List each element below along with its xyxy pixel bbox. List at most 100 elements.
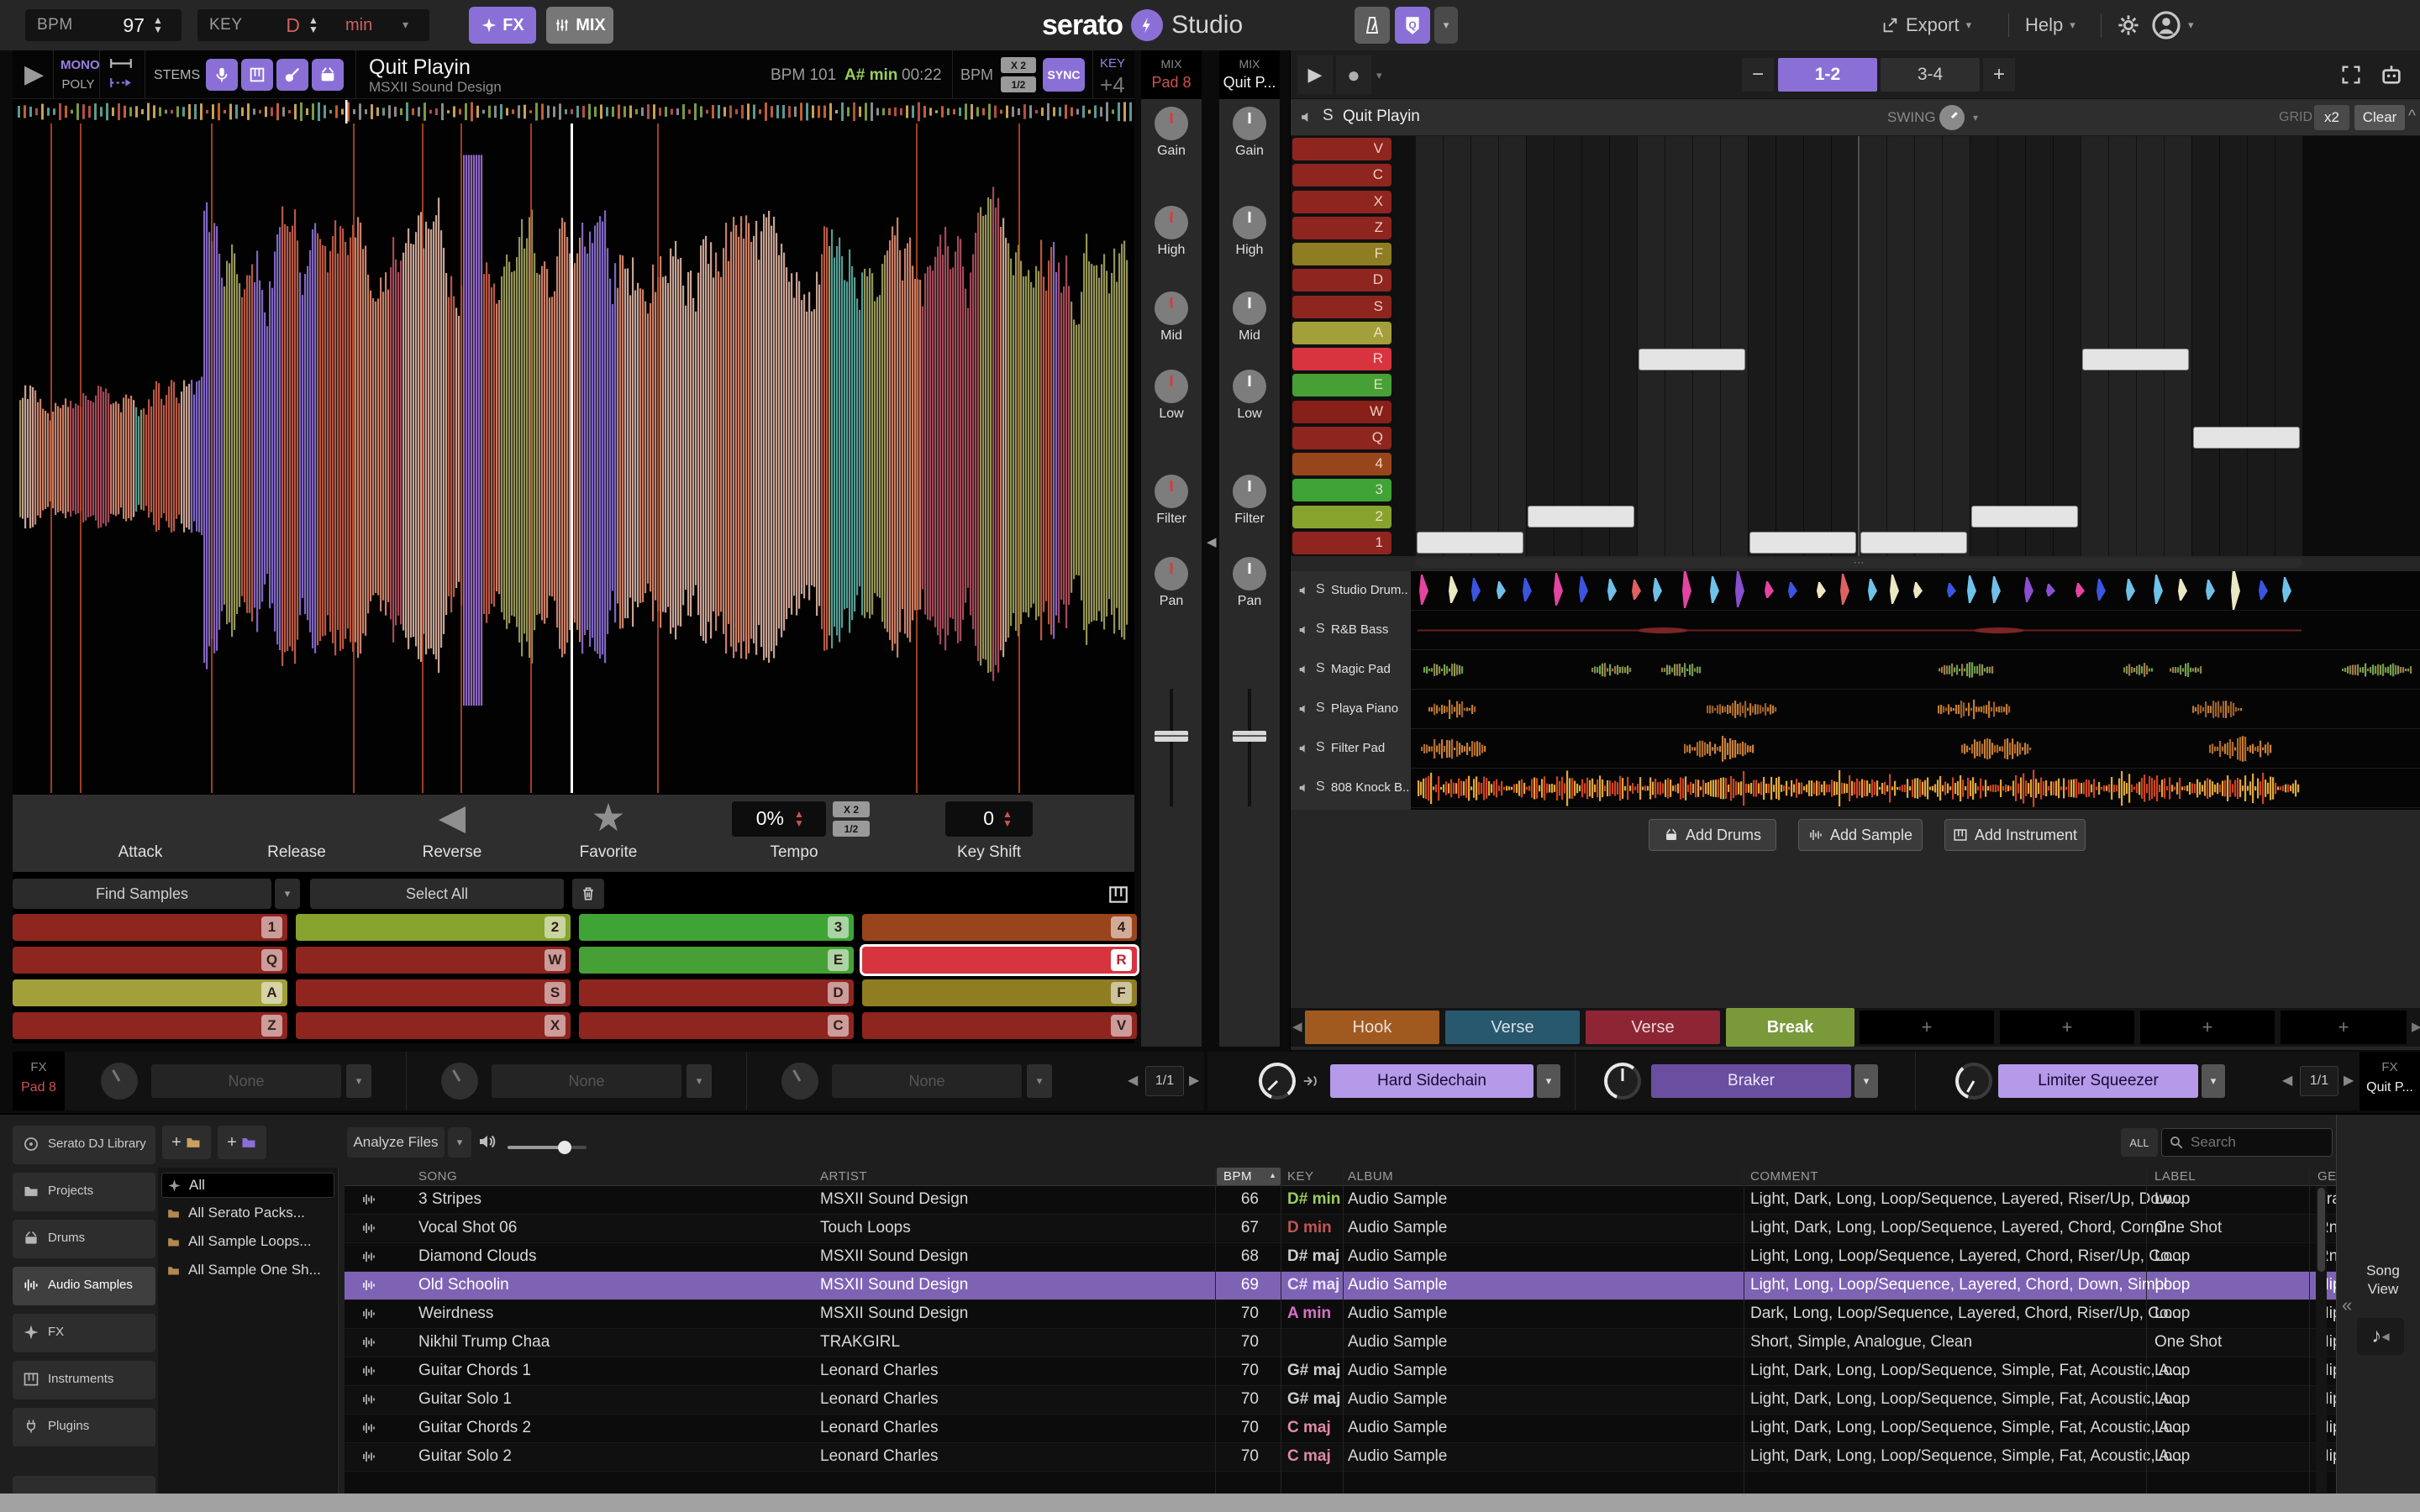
account-avatar-button[interactable] [2149, 8, 2183, 42]
waveform-main[interactable] [13, 123, 1134, 793]
stem-vocals-button[interactable] [206, 59, 238, 91]
drum-machine-icon[interactable] [2376, 60, 2407, 90]
find-samples-dropdown[interactable]: Find Samples [13, 879, 271, 909]
help-button[interactable]: Help▾ [2025, 11, 2075, 39]
fx-knob[interactable] [1604, 1063, 1641, 1100]
scene-scroll-left-icon[interactable]: ◀ [1292, 1019, 1302, 1034]
solo-button[interactable]: S [1316, 701, 1325, 716]
key-stepper[interactable]: ▲▼ [308, 16, 318, 34]
down-icon[interactable]: ▼ [308, 25, 318, 34]
scene-add-slot[interactable]: + [1860, 1011, 1994, 1044]
track-waveform[interactable] [1411, 769, 2420, 808]
track-waveform[interactable] [1411, 571, 2420, 611]
bpm-half-button[interactable]: 1/2 [1001, 76, 1036, 92]
seq-row-pad-R[interactable]: R [1292, 348, 1392, 370]
song-row[interactable]: 3 StripesMSXII Sound Design66D# minAudio… [345, 1186, 2336, 1215]
note-block[interactable] [2082, 349, 2189, 370]
favorite-star-icon[interactable]: ★ [585, 795, 632, 840]
song-row[interactable]: Guitar Solo 2Leonard Charles70C majAudio… [345, 1443, 2336, 1472]
pad-1[interactable]: 1 [13, 914, 287, 941]
solo-button[interactable]: S [1323, 107, 1334, 125]
scene-break-active[interactable]: Break [1726, 1008, 1854, 1047]
add-piano-button[interactable]: Add Instrument [1944, 819, 2086, 851]
track-row[interactable]: SStudio Drum... [1291, 571, 2420, 611]
fx-page-prev-icon[interactable]: ◀ [1128, 1072, 1138, 1089]
waveform-overview[interactable] [13, 100, 1134, 123]
scene-add-slot[interactable]: + [2281, 1011, 2407, 1044]
solo-button[interactable]: S [1316, 740, 1325, 755]
mute-icon[interactable] [1297, 623, 1311, 637]
key-control[interactable]: KEY D ▲▼ min ▾ [197, 9, 429, 41]
analyze-files-caret[interactable]: ▾ [448, 1127, 471, 1158]
seq-row-pad-Z[interactable]: Z [1292, 217, 1392, 239]
pad-E[interactable]: E [579, 947, 854, 974]
high-knob[interactable] [1233, 206, 1266, 239]
song-row[interactable]: Diamond CloudsMSXII Sound Design68D# maj… [345, 1243, 2336, 1272]
seq-row-pad-Q[interactable]: Q [1292, 427, 1392, 449]
column-header-comment[interactable]: COMMENT [1750, 1169, 1818, 1184]
gain-knob[interactable] [1155, 107, 1188, 140]
fx-knob[interactable] [101, 1063, 138, 1100]
song-list-scrollbar[interactable] [2316, 1186, 2327, 1493]
pad-W[interactable]: W [296, 947, 571, 974]
mute-icon[interactable] [1297, 781, 1311, 795]
note-block[interactable] [2193, 427, 2300, 449]
mute-icon[interactable] [1297, 742, 1311, 755]
poly-toggle[interactable]: POLY [60, 77, 96, 92]
quantize-menu-button[interactable]: ▾ [1434, 7, 1458, 44]
seq-row-pad-4[interactable]: 4 [1292, 453, 1392, 475]
fx-knob[interactable] [1259, 1063, 1296, 1100]
seq-row-pad-V[interactable]: V [1292, 138, 1392, 160]
fx-slot-select[interactable]: None [151, 1064, 341, 1098]
sidebar-item-fx[interactable]: FX [13, 1314, 155, 1352]
scene-verse[interactable]: Verse [1586, 1011, 1720, 1044]
add-drum-button[interactable]: Add Drums [1649, 819, 1776, 851]
gain-knob[interactable] [1233, 107, 1266, 140]
song-row[interactable]: Nikhil Trump ChaaTRAKGIRL70Audio SampleS… [345, 1329, 2336, 1357]
volume-slider[interactable] [508, 1146, 587, 1149]
seq-row-pad-1[interactable]: 1 [1292, 532, 1392, 554]
export-button[interactable]: Export▾ [1881, 11, 1971, 39]
seq-row-pad-E[interactable]: E [1292, 374, 1392, 396]
stem-bass-button[interactable] [276, 59, 308, 91]
chevron-down-icon[interactable]: ▾ [1537, 1064, 1560, 1098]
key-mode-select[interactable]: min [345, 16, 372, 35]
add-crate-button[interactable]: + [162, 1126, 211, 1159]
solo-button[interactable]: S [1316, 622, 1325, 637]
note-block[interactable] [1749, 532, 1856, 554]
note-block[interactable] [1639, 349, 1745, 370]
fx-page-next-icon[interactable]: ▶ [2344, 1072, 2354, 1089]
scrollbar-handle[interactable] [2317, 1188, 2325, 1272]
track-waveform[interactable] [1411, 690, 2420, 729]
down-icon[interactable]: ▼ [153, 25, 163, 34]
pad-V[interactable]: V [862, 1012, 1137, 1039]
filter-knob[interactable] [1155, 475, 1188, 508]
pad-F[interactable]: F [862, 979, 1137, 1006]
column-header-genre[interactable]: GENRE [2317, 1169, 2336, 1184]
chevron-down-icon[interactable]: ▾ [1027, 1064, 1052, 1098]
track-row[interactable]: SFilter Pad [1291, 729, 2420, 769]
find-samples-caret[interactable]: ▾ [275, 879, 300, 909]
crate-item[interactable]: All Sample One Sh... [161, 1258, 334, 1284]
pad-S[interactable]: S [296, 979, 571, 1006]
collapse-pattern-icon[interactable]: ^ [2408, 108, 2416, 126]
mono-toggle[interactable]: MONO [60, 58, 96, 72]
search-scope-button[interactable]: ALL [2121, 1128, 2158, 1157]
sidebar-item-serato-dj-library[interactable]: Serato DJ Library [13, 1126, 155, 1164]
chevron-down-icon[interactable]: ▾ [2202, 1064, 2225, 1098]
clear-button[interactable]: Clear [2354, 105, 2405, 130]
pad-Z[interactable]: Z [13, 1012, 287, 1039]
preview-volume-icon[interactable] [477, 1131, 497, 1152]
seq-row-pad-S[interactable]: S [1292, 296, 1392, 318]
song-row[interactable]: Guitar Chords 1Leonard Charles70G# majAu… [345, 1357, 2336, 1386]
scene-hook[interactable]: Hook [1305, 1011, 1439, 1044]
fx-knob[interactable] [781, 1063, 818, 1100]
collapse-chevrons-icon[interactable]: « [2342, 1294, 2352, 1316]
sidebar-item-partial[interactable] [13, 1476, 155, 1494]
collapse-deck-icon[interactable]: ◀ [1207, 534, 1217, 549]
mute-icon[interactable] [1297, 702, 1311, 716]
pad-4[interactable]: 4 [862, 914, 1137, 941]
seq-row-pad-2[interactable]: 2 [1292, 506, 1392, 528]
bpm-x2-button[interactable]: X 2 [1001, 57, 1036, 73]
note-block[interactable] [1971, 506, 2078, 528]
